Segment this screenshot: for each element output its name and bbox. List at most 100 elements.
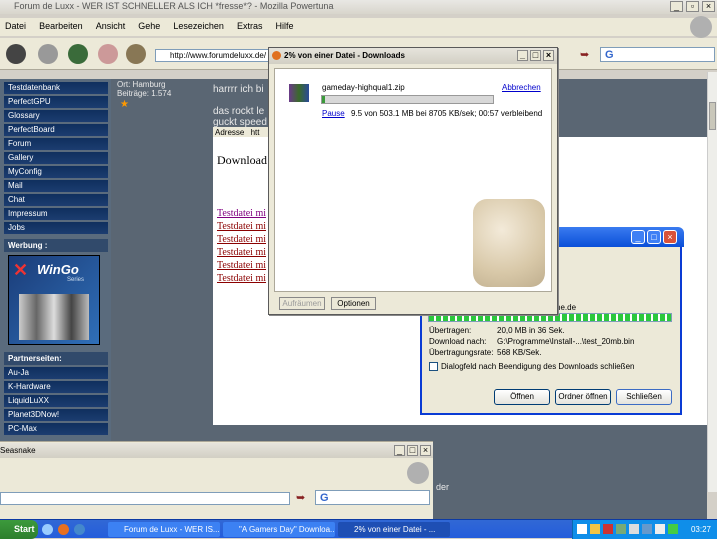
second-url-input[interactable] bbox=[0, 492, 290, 505]
sidebar-item-impressum[interactable]: Impressum bbox=[4, 208, 108, 220]
testdatei-link[interactable]: Testdatei mi bbox=[217, 260, 266, 271]
downloads-maximize-button[interactable]: □ bbox=[530, 50, 541, 61]
post-line-2: das rockt le bbox=[213, 106, 265, 117]
task-downloads[interactable]: 2% von einer Datei - ... bbox=[338, 522, 450, 537]
google-icon: G bbox=[320, 492, 329, 504]
close-dialog-button[interactable]: Schließen bbox=[616, 389, 672, 405]
url-text: http://www.forumdeluxx.de/ bbox=[170, 51, 267, 60]
maximize-button[interactable]: ▫ bbox=[686, 1, 699, 12]
partner-item-auja[interactable]: Au-Ja bbox=[4, 367, 108, 379]
user-post-count: Beiträge: 1.574 bbox=[117, 89, 172, 98]
downloads-title-bar: 2% von einer Datei - Downloads _ □ × bbox=[269, 48, 557, 64]
second-close-button[interactable]: × bbox=[420, 445, 431, 456]
task-forum-de-luxx[interactable]: Forum de Luxx - WER IS... bbox=[108, 522, 220, 537]
partner-item-khardware[interactable]: K-Hardware bbox=[4, 381, 108, 393]
open-button[interactable]: Öffnen bbox=[494, 389, 550, 405]
sidebar-item-myconfig[interactable]: MyConfig bbox=[4, 166, 108, 178]
sidebar-item-jobs[interactable]: Jobs bbox=[4, 222, 108, 234]
menu-lesezeichen[interactable]: Lesezeichen bbox=[168, 18, 229, 31]
testdatei-link[interactable]: Testdatei mi bbox=[217, 247, 266, 258]
testdatei-link[interactable]: Testdatei mi bbox=[217, 221, 266, 232]
tray-icon[interactable] bbox=[642, 524, 652, 534]
sidebar-item-glossary[interactable]: Glossary bbox=[4, 110, 108, 122]
xp-row-label: Download nach: bbox=[429, 337, 487, 346]
cancel-download-link[interactable]: Abbrechen bbox=[502, 83, 541, 92]
menu-hilfe[interactable]: Hilfe bbox=[271, 18, 299, 31]
url-input[interactable]: http://www.forumdeluxx.de/ bbox=[155, 49, 275, 62]
testdatei-link[interactable]: Testdatei mi bbox=[217, 208, 266, 219]
wingo-banner[interactable]: ✕ WinGo Series bbox=[8, 255, 100, 345]
xp-close-button[interactable]: × bbox=[663, 230, 677, 244]
open-folder-button[interactable]: Ordner öffnen bbox=[555, 389, 611, 405]
menu-datei[interactable]: Datei bbox=[0, 18, 31, 31]
downloads-watermark-icon bbox=[473, 199, 545, 287]
menu-ansicht[interactable]: Ansicht bbox=[91, 18, 131, 31]
go-arrow-icon[interactable]: ➥ bbox=[580, 48, 589, 61]
second-go-arrow-icon[interactable]: ➥ bbox=[296, 491, 305, 504]
xp-url-fragment: ne.de bbox=[556, 303, 577, 312]
second-minimize-button[interactable]: _ bbox=[394, 445, 405, 456]
partner-heading: Partnerseiten: bbox=[4, 352, 108, 365]
menu-gehe[interactable]: Gehe bbox=[133, 18, 165, 31]
xp-maximize-button[interactable]: □ bbox=[647, 230, 661, 244]
downloads-minimize-button[interactable]: _ bbox=[517, 50, 528, 61]
forward-icon[interactable] bbox=[38, 44, 58, 64]
quicklaunch-ie-icon[interactable] bbox=[74, 524, 85, 535]
menu-extras[interactable]: Extras bbox=[232, 18, 268, 31]
sidebar-item-forum[interactable]: Forum bbox=[4, 138, 108, 150]
volume-icon[interactable] bbox=[655, 524, 665, 534]
reload-icon[interactable] bbox=[68, 44, 88, 64]
banner-title: WinGo bbox=[37, 262, 79, 277]
menu-bearbeiten[interactable]: Bearbeiten bbox=[34, 18, 88, 31]
home-icon[interactable] bbox=[126, 44, 146, 64]
tray-icon[interactable] bbox=[590, 524, 600, 534]
downloads-close-button[interactable]: × bbox=[543, 50, 554, 61]
second-search-input[interactable]: G bbox=[315, 490, 430, 505]
quicklaunch-firefox-icon[interactable] bbox=[58, 524, 69, 535]
tray-icon[interactable] bbox=[616, 524, 626, 534]
x-logo-icon: ✕ bbox=[13, 260, 29, 280]
page-scrollbar[interactable] bbox=[707, 72, 717, 492]
testdatei-link[interactable]: Testdatei mi bbox=[217, 273, 266, 284]
back-icon[interactable] bbox=[6, 44, 26, 64]
task-gamers-day[interactable]: "A Gamers Day" Downloa... bbox=[223, 522, 335, 537]
inner-address-label: Adresse bbox=[215, 128, 245, 137]
quicklaunch-desktop-icon[interactable] bbox=[42, 524, 53, 535]
minimize-button[interactable]: _ bbox=[670, 1, 683, 12]
partner-item-pcmax[interactable]: PC-Max bbox=[4, 423, 108, 435]
testdatei-link[interactable]: Testdatei mi bbox=[217, 234, 266, 245]
xp-minimize-button[interactable]: _ bbox=[631, 230, 645, 244]
partner-item-liquidluxx[interactable]: LiquidLuXX bbox=[4, 395, 108, 407]
stop-icon[interactable] bbox=[98, 44, 118, 64]
throbber-icon bbox=[690, 16, 712, 38]
partner-item-planet3dnow[interactable]: Planet3DNow! bbox=[4, 409, 108, 421]
banner-subtitle: Series bbox=[67, 277, 85, 283]
inner-address-value[interactable]: htt bbox=[247, 128, 260, 137]
download-progress-fill bbox=[322, 96, 326, 103]
clear-list-button[interactable]: Aufräumen bbox=[279, 297, 325, 310]
second-window-title-bar: Seasnake _ □ × bbox=[0, 443, 433, 458]
sidebar-item-testdatenbank[interactable]: Testdatenbank bbox=[4, 82, 108, 94]
search-input[interactable]: G bbox=[600, 47, 715, 62]
scrollbar-thumb[interactable] bbox=[709, 102, 716, 130]
tray-icon[interactable] bbox=[603, 524, 613, 534]
second-maximize-button[interactable]: □ bbox=[407, 445, 418, 456]
close-button[interactable]: × bbox=[702, 1, 715, 12]
options-button[interactable]: Optionen bbox=[331, 297, 376, 310]
background-text: der bbox=[436, 482, 450, 492]
clock: 03:27 bbox=[690, 525, 711, 534]
sidebar-item-perfectboard[interactable]: PerfectBoard bbox=[4, 124, 108, 136]
tray-icon[interactable] bbox=[577, 524, 587, 534]
pause-link[interactable]: Pause bbox=[322, 109, 345, 118]
start-button[interactable]: Start bbox=[0, 520, 38, 539]
sidebar-item-perfectgpu[interactable]: PerfectGPU bbox=[4, 96, 108, 108]
sidebar-item-gallery[interactable]: Gallery bbox=[4, 152, 108, 164]
taskbar: Start Forum de Luxx - WER IS... "A Gamer… bbox=[0, 519, 717, 539]
archive-icon bbox=[289, 84, 309, 102]
sidebar-item-mail[interactable]: Mail bbox=[4, 180, 108, 192]
sidebar-item-chat[interactable]: Chat bbox=[4, 194, 108, 206]
close-after-download-checkbox[interactable] bbox=[429, 362, 438, 371]
browser-title: Forum de Luxx - WER IST SCHNELLER ALS IC… bbox=[14, 1, 334, 11]
tray-icon[interactable] bbox=[629, 524, 639, 534]
network-icon[interactable] bbox=[668, 524, 678, 534]
